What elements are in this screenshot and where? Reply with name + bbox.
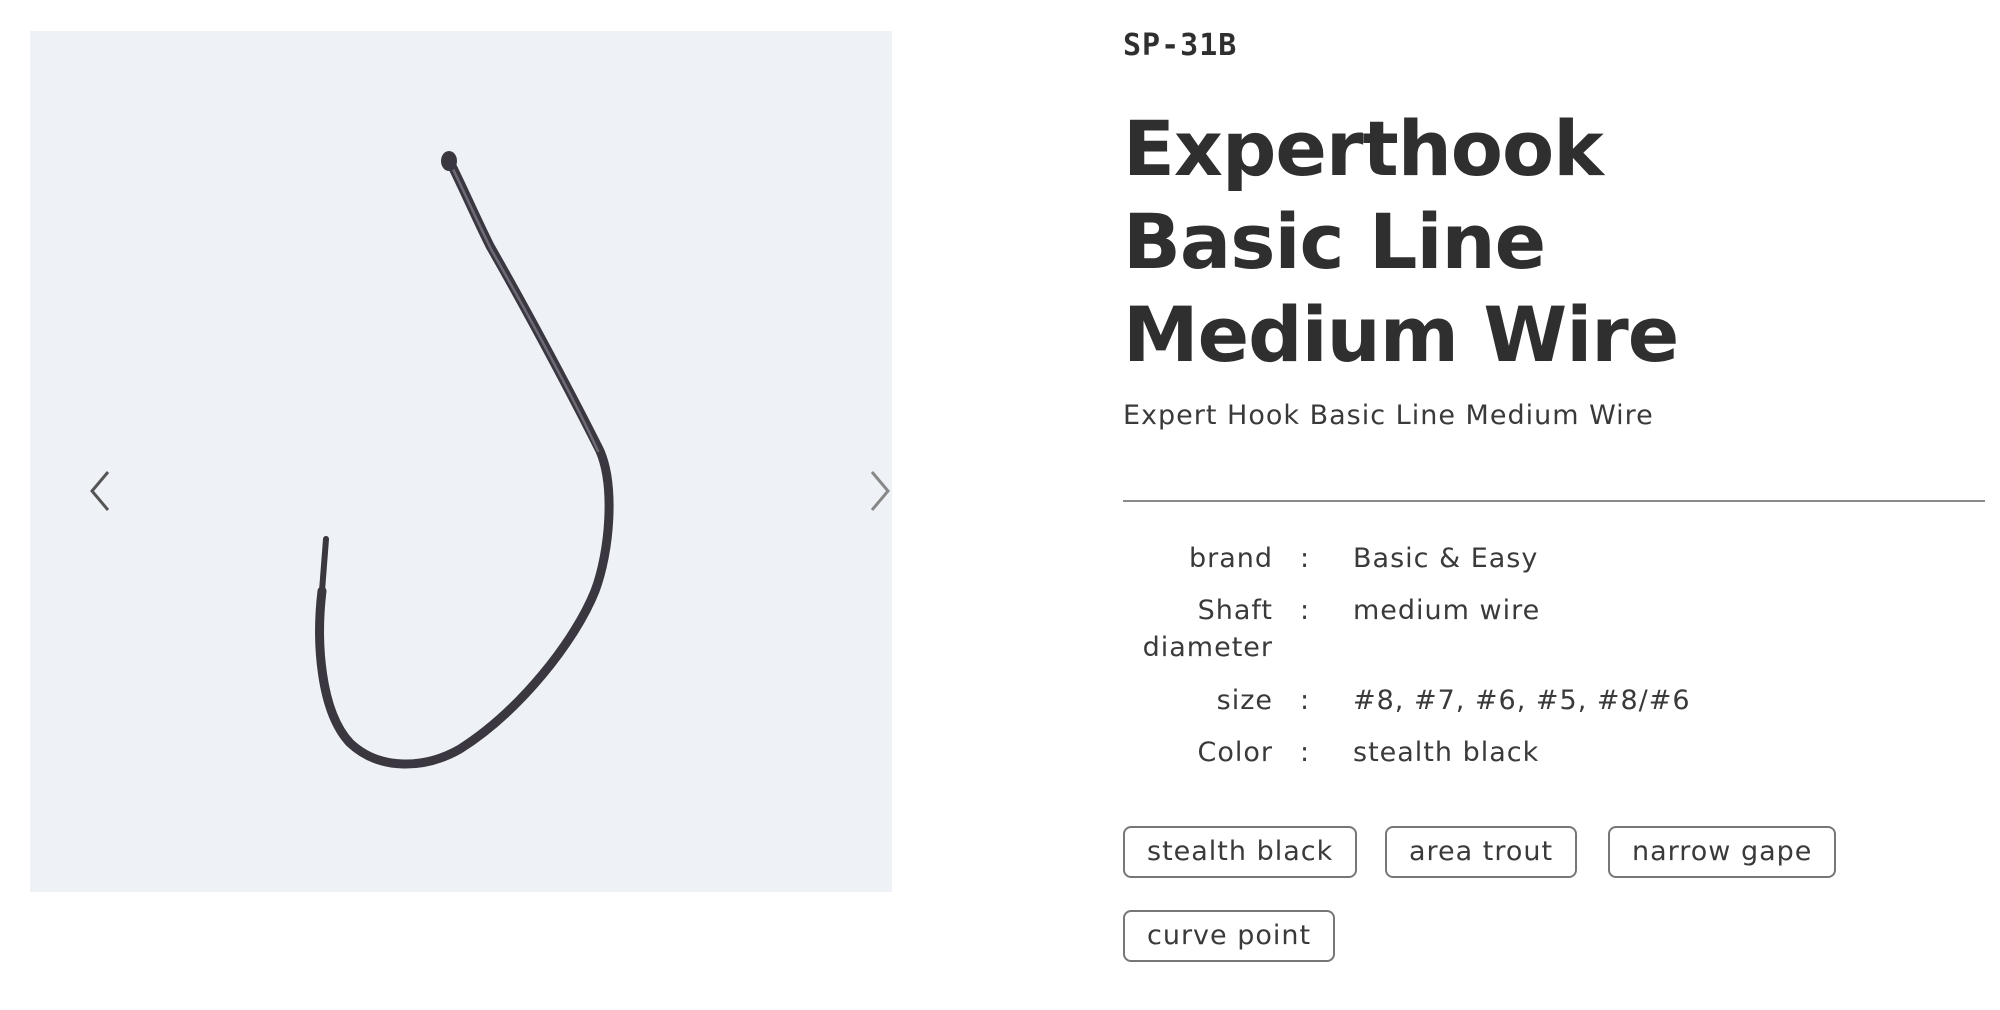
spec-colon: : [1299, 595, 1311, 626]
product-image-gallery [30, 31, 892, 892]
spec-value: medium wire [1353, 595, 1541, 626]
fishing-hook-icon [315, 151, 614, 769]
spec-label-line-1: Shaft [1197, 595, 1273, 626]
product-title-line-2: Basic Line [1123, 197, 1546, 286]
chevron-left-icon [90, 471, 110, 511]
spec-label-line-2: diameter [1142, 632, 1273, 663]
product-page: SP-31B Experthook Basic Line Medium Wire… [0, 0, 2000, 1010]
product-title-line-3: Medium Wire [1123, 290, 1679, 379]
product-title: Experthook Basic Line Medium Wire [1123, 102, 1679, 381]
spec-colon: : [1299, 737, 1311, 768]
spec-label: Color [1197, 737, 1273, 768]
product-subtitle: Expert Hook Basic Line Medium Wire [1123, 400, 1654, 431]
gallery-prev-button[interactable] [78, 456, 118, 526]
tag-narrow-gape[interactable]: narrow gape [1608, 826, 1837, 878]
product-code: SP-31B [1123, 28, 1238, 63]
spec-label: Shaft diameter [1123, 592, 1273, 666]
spec-value: #8, #7, #6, #5, #8/#6 [1353, 685, 1691, 716]
tag-curve-point[interactable]: curve point [1123, 910, 1336, 962]
spec-value: Basic & Easy [1353, 543, 1539, 574]
spec-value: stealth black [1353, 737, 1540, 768]
spec-colon: : [1299, 685, 1311, 716]
tag-stealth-black[interactable]: stealth black [1123, 826, 1358, 878]
spec-label: brand [1188, 543, 1273, 574]
gallery-next-button[interactable] [862, 456, 902, 526]
divider [1123, 500, 1985, 502]
spec-colon: : [1299, 543, 1311, 574]
product-image [30, 31, 892, 892]
product-title-line-1: Experthook [1123, 104, 1604, 193]
tag-area-trout[interactable]: area trout [1385, 826, 1578, 878]
spec-label: size [1216, 685, 1273, 716]
chevron-right-icon [870, 471, 890, 511]
